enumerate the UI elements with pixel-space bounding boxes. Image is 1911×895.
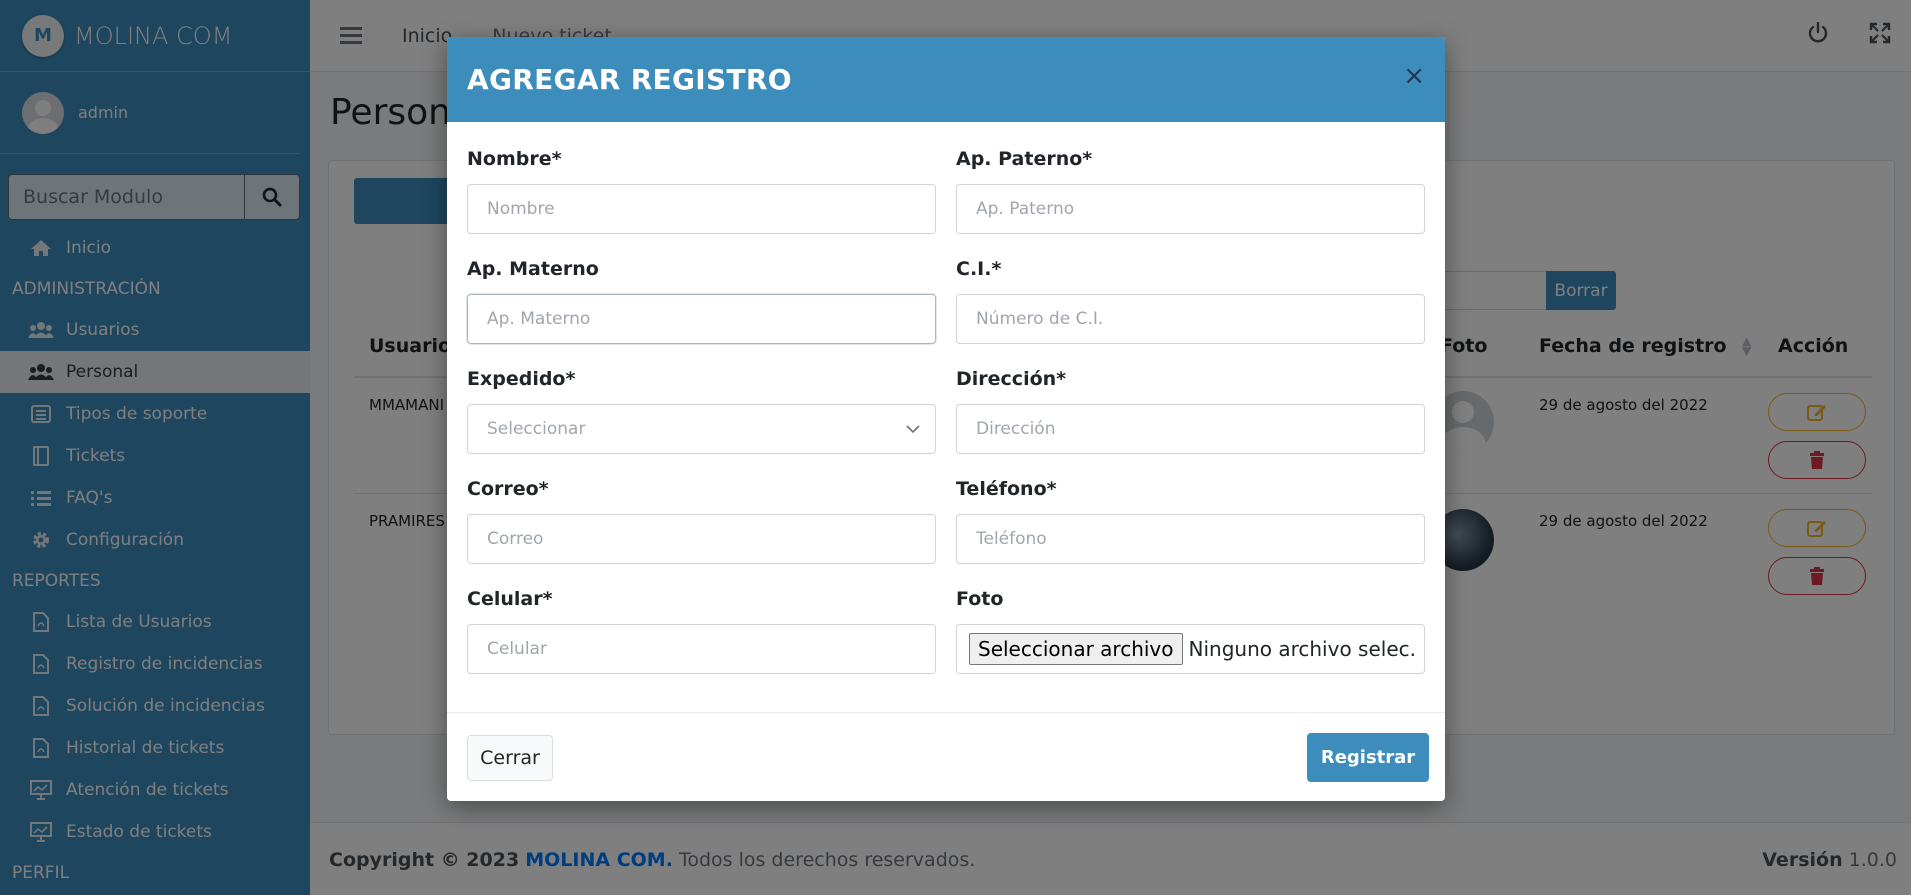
- modal-header: AGREGAR REGISTRO ×: [447, 37, 1445, 122]
- correo-input[interactable]: Correo: [467, 514, 936, 564]
- field-celular: Celular* Celular: [467, 587, 936, 674]
- field-foto: Foto Seleccionar archivo Ninguno archivo…: [956, 587, 1425, 674]
- field-expedido: Expedido* Seleccionar: [467, 367, 936, 454]
- modal-footer: Cerrar Registrar: [447, 712, 1445, 801]
- field-nombre: Nombre* Nombre: [467, 147, 936, 234]
- field-correo: Correo* Correo: [467, 477, 936, 564]
- modal-title: AGREGAR REGISTRO: [467, 63, 792, 96]
- field-label: C.I.*: [956, 258, 1002, 280]
- field-label: Nombre*: [467, 148, 562, 170]
- register-button[interactable]: Registrar: [1307, 733, 1429, 782]
- field-label: Foto: [956, 588, 1004, 610]
- add-record-modal: AGREGAR REGISTRO × Nombre* Nombre Ap. Pa…: [447, 37, 1445, 801]
- ap-paterno-input[interactable]: Ap. Paterno: [956, 184, 1425, 234]
- chevron-down-icon: [906, 425, 920, 434]
- field-label: Expedido*: [467, 368, 576, 390]
- choose-file-button[interactable]: Seleccionar archivo: [969, 633, 1183, 665]
- field-label: Teléfono*: [956, 478, 1057, 500]
- direccion-input[interactable]: Dirección: [956, 404, 1425, 454]
- field-label: Dirección*: [956, 368, 1067, 390]
- field-direccion: Dirección* Dirección: [956, 367, 1425, 454]
- field-label: Ap. Materno: [467, 258, 599, 280]
- telefono-input[interactable]: Teléfono: [956, 514, 1425, 564]
- celular-input[interactable]: Celular: [467, 624, 936, 674]
- field-telefono: Teléfono* Teléfono: [956, 477, 1425, 564]
- nombre-input[interactable]: Nombre: [467, 184, 936, 234]
- field-label: Correo*: [467, 478, 549, 500]
- field-label: Ap. Paterno*: [956, 148, 1093, 170]
- field-label: Celular*: [467, 588, 553, 610]
- field-ci: C.I.* Número de C.I.: [956, 257, 1425, 344]
- file-status: Ninguno archivo selec.: [1188, 637, 1416, 661]
- field-ap-paterno: Ap. Paterno* Ap. Paterno: [956, 147, 1425, 234]
- select-value: Seleccionar: [487, 419, 586, 439]
- ap-materno-input[interactable]: Ap. Materno: [467, 294, 936, 344]
- foto-file-input[interactable]: Seleccionar archivo Ninguno archivo sele…: [956, 624, 1425, 674]
- close-icon[interactable]: ×: [1403, 63, 1425, 89]
- ci-input[interactable]: Número de C.I.: [956, 294, 1425, 344]
- field-ap-materno: Ap. Materno Ap. Materno: [467, 257, 936, 344]
- close-button[interactable]: Cerrar: [467, 735, 553, 781]
- expedido-select[interactable]: Seleccionar: [467, 404, 936, 454]
